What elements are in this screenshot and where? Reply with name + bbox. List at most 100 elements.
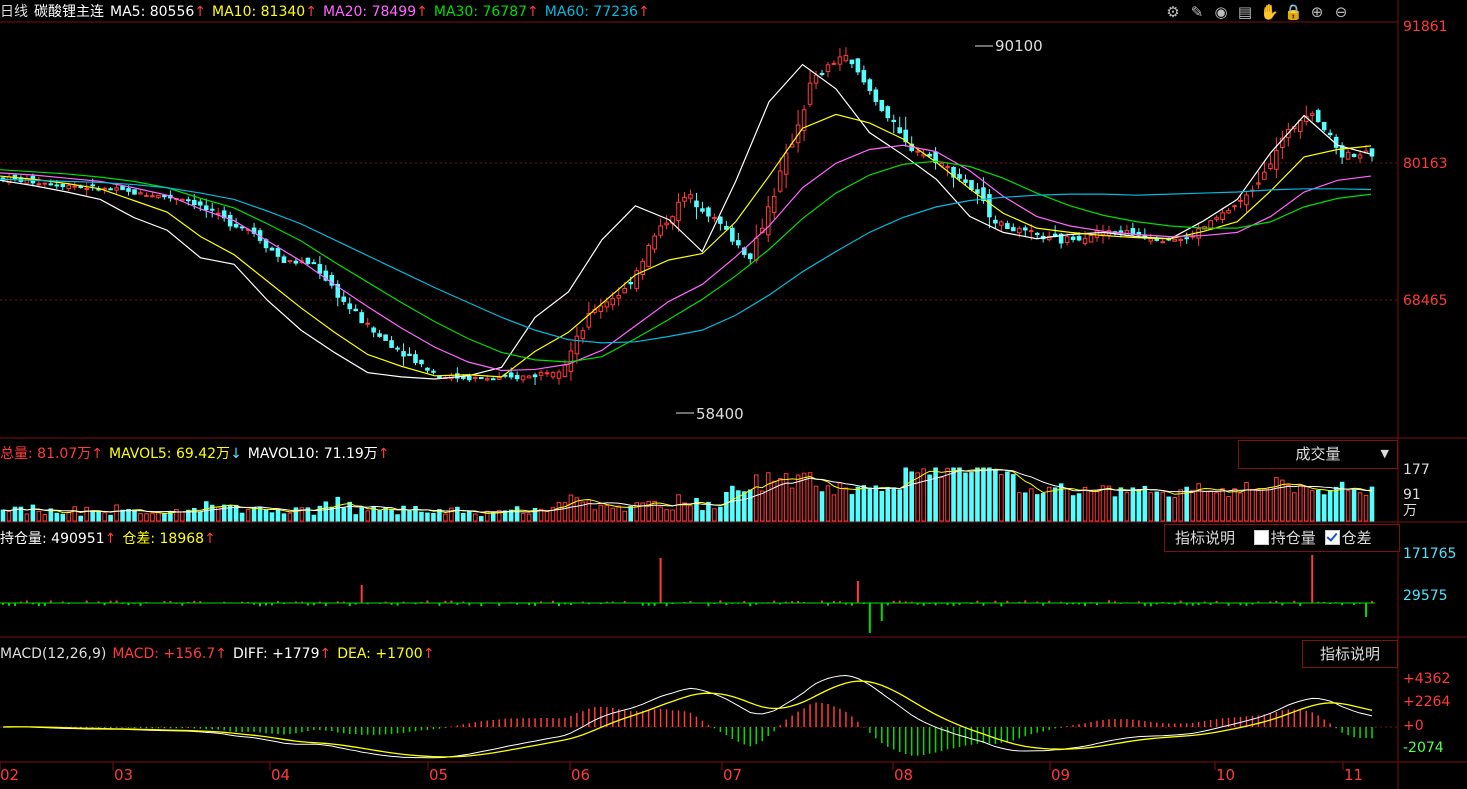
volume-bar (1262, 488, 1267, 522)
dea-value: DEA: +1700↑ (337, 646, 435, 662)
volume-bar (108, 514, 113, 522)
candle (849, 59, 855, 65)
volume-bar (377, 509, 382, 522)
candle (598, 305, 604, 312)
candle (389, 340, 394, 348)
candle (1351, 153, 1357, 157)
volume-bar (389, 509, 394, 522)
candle (383, 334, 388, 341)
mavol10-value: MAVOL10: 71.19万↑ (247, 446, 390, 462)
ma20-value: MA20: 78499↑ (322, 4, 428, 20)
volume-bar (1142, 485, 1148, 522)
candle (927, 153, 932, 157)
candle (837, 56, 843, 65)
volume-bar (293, 507, 299, 522)
candle (1005, 223, 1010, 230)
candle (604, 301, 610, 308)
zoom-out-icon[interactable]: ⊖ (1332, 3, 1350, 21)
volume-bar (1250, 488, 1255, 522)
candle (1064, 236, 1070, 244)
candle (472, 376, 478, 379)
zoom-in-icon[interactable]: ⊕ (1308, 3, 1326, 21)
ma30-value: MA30: 76787↑ (433, 4, 539, 20)
volume-bar (1339, 481, 1345, 522)
eye-icon[interactable]: ◉ (1212, 3, 1230, 21)
volume-bar (897, 489, 903, 522)
symbol-label: 碳酸锂主连 (34, 4, 104, 20)
macd-help-button[interactable]: 指标说明 (1302, 640, 1398, 668)
volume-bar (1190, 489, 1195, 522)
volume-bar (1202, 490, 1207, 522)
candle (425, 367, 430, 371)
volume-bar (478, 516, 484, 522)
candle (281, 256, 287, 264)
candle (1345, 151, 1351, 160)
volume-bar (1011, 474, 1016, 522)
volume-bar (407, 510, 412, 522)
volume-bar (1154, 491, 1160, 522)
volume-bar (664, 509, 669, 522)
volume-bar (425, 512, 430, 522)
volume-bar (1256, 488, 1261, 522)
candle (1076, 236, 1082, 241)
macd-header: MACD(12,26,9) MACD: +156.7↑ DIFF: +1779↑ DE… (0, 645, 440, 663)
layers-icon[interactable]: ▤ (1236, 3, 1254, 21)
gear-icon[interactable]: ⚙ (1164, 3, 1182, 21)
volume-bar (544, 510, 550, 522)
volume-bar (730, 485, 735, 522)
volume-bar (251, 507, 257, 522)
volume-bar (132, 509, 137, 522)
hand-icon[interactable]: ✋ (1260, 3, 1279, 21)
volume-bar (413, 506, 418, 522)
lock-icon[interactable]: 🔒 (1284, 3, 1303, 21)
ma5-value: MA5: 80556↑ (110, 4, 207, 20)
candle (628, 281, 633, 285)
volume-bar (1280, 479, 1285, 522)
volume-bar (1172, 496, 1178, 522)
chart-canvas[interactable] (0, 0, 1467, 789)
candle (550, 372, 556, 378)
candle (192, 199, 197, 205)
candle (556, 371, 562, 379)
ma60-value: MA60: 77236↑ (544, 4, 650, 20)
pencil-icon[interactable]: ✎ (1188, 3, 1206, 21)
candle (718, 216, 723, 224)
volume-bar (939, 476, 944, 522)
volume-bar (1070, 495, 1076, 522)
volume-bar (765, 472, 771, 522)
candle (658, 225, 663, 236)
oi-header: 持仓量: 490951↑ 仓差: 18968↑ (0, 530, 222, 548)
oi-diff-value: 仓差: 18968↑ (122, 531, 216, 547)
candle (84, 187, 89, 190)
candle (287, 259, 293, 263)
period-label: 日线 (0, 4, 28, 20)
volume-bar (287, 512, 293, 522)
volume-bar (102, 512, 107, 522)
volume-select-label: 成交量 (1295, 445, 1341, 463)
volume-bar (568, 494, 574, 522)
volume-bar (36, 510, 42, 522)
oi-value: 持仓量: 490951↑ (0, 531, 117, 547)
volume-bar (873, 485, 879, 522)
volume-bar (1046, 486, 1052, 522)
candle (36, 183, 42, 186)
volume-bar (909, 471, 914, 522)
volume-bar (700, 510, 705, 522)
volume-bar (203, 501, 209, 522)
oi-help-button[interactable]: 指标说明 (1175, 529, 1235, 547)
candle (562, 364, 568, 377)
candle (676, 201, 681, 222)
candle (114, 187, 119, 191)
oi-diff-checkbox[interactable]: 仓差 (1324, 529, 1372, 547)
volume-bar (975, 467, 980, 522)
volume-bar (0, 509, 6, 522)
candle (162, 194, 167, 198)
volume-bar (1220, 488, 1225, 522)
oi-checkbox[interactable]: 持仓量 (1253, 529, 1316, 547)
candle (682, 196, 687, 202)
candle (437, 375, 442, 378)
candle (156, 194, 161, 199)
volume-indicator-select[interactable]: 成交量 ▼ (1238, 440, 1398, 469)
x-tick-label: 08 (894, 766, 914, 784)
volume-bar (903, 467, 908, 522)
